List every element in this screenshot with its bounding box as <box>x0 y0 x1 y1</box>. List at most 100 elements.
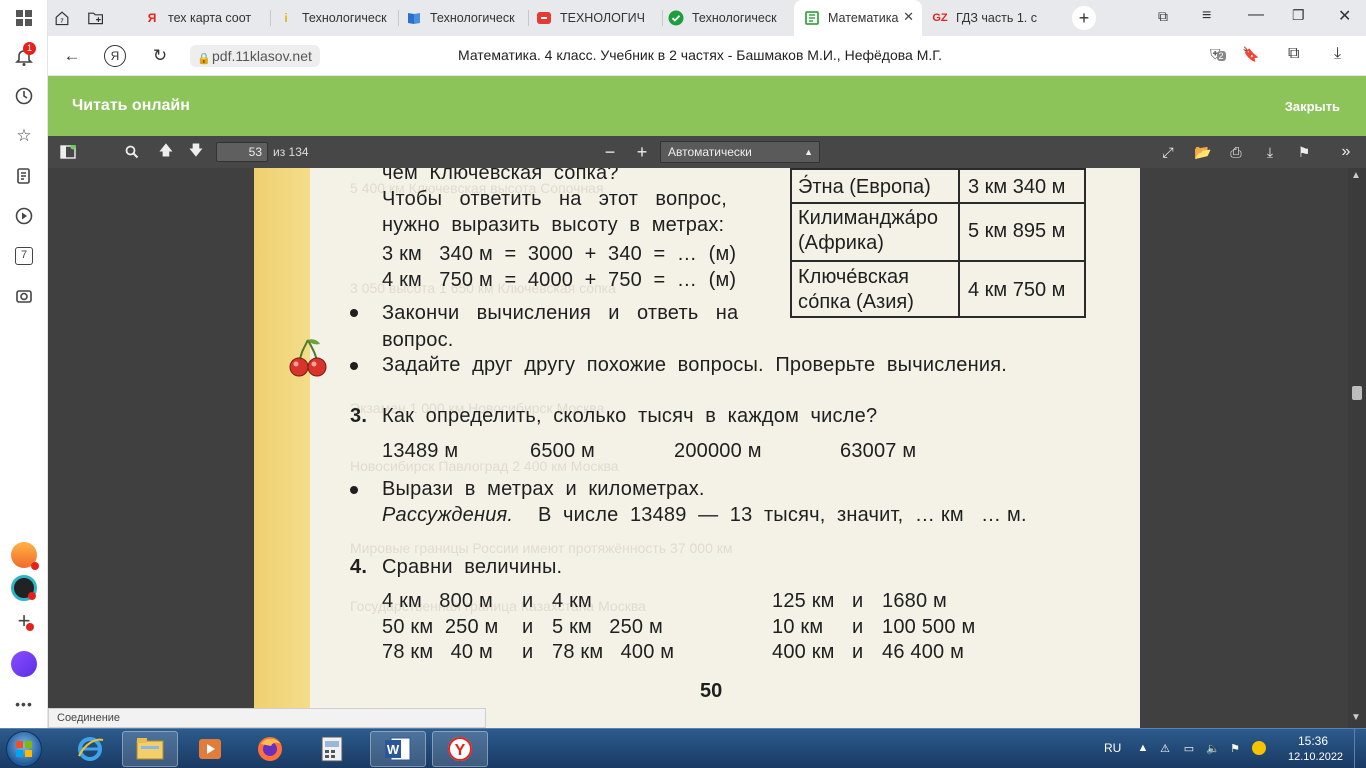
book-page: 5 400 км Ключевская высота Сопочная 3 05… <box>254 168 1140 728</box>
more-tools-icon[interactable]: » <box>1336 142 1356 162</box>
scroll-down-icon[interactable]: ▼ <box>1351 712 1361 723</box>
tray-display-icon[interactable]: ▭ <box>1182 741 1196 755</box>
scroll-thumb[interactable] <box>1352 386 1362 400</box>
compare-right-1a: 125 км <box>772 590 835 612</box>
counter-icon[interactable]: 7 <box>10 242 38 270</box>
tab-1[interactable]: Я тех карта соот <box>144 2 274 34</box>
ie-icon[interactable] <box>62 731 118 767</box>
tab-active-math[interactable]: Математика ✕ <box>794 0 922 36</box>
music-app-icon[interactable] <box>11 575 37 601</box>
url-text: pdf.11klasov.net <box>212 48 312 64</box>
calculator-app-icon[interactable] <box>304 731 360 767</box>
play-video-icon[interactable] <box>10 202 38 230</box>
tab-3[interactable]: Технологическ <box>406 2 530 34</box>
bookmark-icon[interactable]: 🔖 <box>1242 46 1259 63</box>
menu-hamburger-icon[interactable]: ≡ <box>1202 7 1211 25</box>
green-check-icon <box>668 10 684 26</box>
tab-5-label: Технологическ <box>692 11 777 25</box>
close-tab-icon[interactable]: ✕ <box>903 9 914 25</box>
tab-bar: 7 Я тех карта соот i Технологическ Техно… <box>48 0 1366 36</box>
notifications-bell-icon[interactable]: 1 <box>10 42 38 72</box>
page-number-input[interactable]: 53 <box>216 142 268 162</box>
back-arrow-icon[interactable]: ← <box>60 44 84 68</box>
firefox-icon[interactable] <box>242 731 298 767</box>
cherry-icon <box>289 339 327 377</box>
explorer-icon[interactable] <box>122 731 178 767</box>
close-window-icon[interactable]: ✕ <box>1338 6 1351 26</box>
history-clock-icon[interactable] <box>10 82 38 110</box>
table-cell-height-2: 5 км 895 м <box>968 220 1066 242</box>
counter-label: 7 <box>15 247 33 265</box>
lock-icon: 🔒 <box>197 53 211 65</box>
new-tab-folder-button[interactable] <box>88 2 112 34</box>
text-line-8: Задайте друг другу похожие вопросы. Пров… <box>382 354 1008 376</box>
volume-icon[interactable]: 🔈 <box>1206 741 1220 755</box>
compare-left-1a: 4 км 800 м <box>382 590 493 612</box>
pdf-bookmark-icon[interactable]: ⚑ <box>1294 142 1314 162</box>
clock-date[interactable]: 12.10.2022 <box>1288 751 1343 763</box>
media-player-icon[interactable] <box>182 731 238 767</box>
show-desktop-button[interactable] <box>1354 729 1366 768</box>
mail-app-icon[interactable] <box>11 542 39 570</box>
tab-5[interactable]: Технологическ <box>668 2 792 34</box>
next-page-icon[interactable]: 🡇 <box>186 142 206 162</box>
equation-line-2: 4 км 750 м = 4000 + 750 = … (м) <box>382 269 737 291</box>
compare-right-2-and: и <box>852 616 864 638</box>
table-cell-name-2: Килиманджа́ро (Африка) <box>798 207 938 254</box>
red-box-icon <box>536 10 552 26</box>
address-bar: ← Я ↻ 🔒 pdf.11klasov.net Математика. 4 к… <box>48 36 1366 76</box>
tray-network-warning-icon[interactable]: ⚠ <box>1158 741 1172 755</box>
tab-7[interactable]: GZ ГДЗ часть 1. с <box>932 2 1056 34</box>
prev-page-icon[interactable]: 🡅 <box>156 142 176 162</box>
compare-left-2b: 5 км 250 м <box>552 616 663 638</box>
app-tray-icon[interactable] <box>1252 741 1266 755</box>
tray-expand-icon[interactable]: ▲ <box>1136 741 1150 755</box>
compare-left-3b: 78 км 400 м <box>552 641 675 663</box>
save-icon[interactable]: ⤓ <box>1260 142 1280 162</box>
zoom-value: Автоматически <box>668 145 752 159</box>
windows-grid-icon[interactable] <box>10 4 38 32</box>
fullscreen-icon[interactable]: ⤢ <box>1158 142 1178 162</box>
clock-time[interactable]: 15:36 <box>1298 734 1328 748</box>
start-button[interactable] <box>6 731 42 767</box>
close-reader-button[interactable]: Закрыть <box>1285 99 1340 114</box>
yandex-browser-icon[interactable]: Y <box>432 731 488 767</box>
table-cell-name-3: Ключе́вская со́пка (Азия) <box>798 266 914 313</box>
download-icon[interactable]: ⤓ <box>1334 45 1341 63</box>
number-3: 200000 м <box>674 440 762 462</box>
tab-7-label: ГДЗ часть 1. с <box>956 11 1037 25</box>
restore-icon[interactable]: ❐ <box>1292 7 1305 24</box>
green-book-icon <box>804 10 820 26</box>
yandex-logo-icon[interactable]: Я <box>104 45 126 67</box>
new-tab-plus-icon[interactable]: + <box>1072 6 1096 30</box>
add-app-icon[interactable]: + <box>10 607 38 635</box>
vertical-scrollbar[interactable]: ▲ ▼ <box>1348 168 1366 728</box>
more-dots-icon[interactable]: ••• <box>10 690 38 718</box>
minimize-icon[interactable]: — <box>1248 6 1264 24</box>
open-file-icon[interactable]: 📂 <box>1193 142 1213 162</box>
tab-4-label: ТЕХНОЛОГИЧ <box>560 11 645 25</box>
zoom-select[interactable]: Автоматически ▲▼ <box>660 141 820 177</box>
collections-icon[interactable] <box>10 162 38 190</box>
flag-icon[interactable]: ⚑ <box>1228 741 1242 755</box>
protect-icon[interactable]: ⛨2 <box>1210 46 1226 63</box>
reader-title: Читать онлайн <box>72 97 190 114</box>
word-icon[interactable]: W <box>370 731 426 767</box>
print-icon[interactable]: ⎙ <box>1226 142 1246 162</box>
tab-manager-icon[interactable]: ⧉ <box>1158 8 1168 25</box>
bookmarks-star-icon[interactable]: ☆ <box>10 122 38 150</box>
url-field[interactable]: 🔒 pdf.11klasov.net <box>190 45 320 67</box>
scroll-up-icon[interactable]: ▲ <box>1351 170 1361 181</box>
zoom-out-icon[interactable]: − <box>600 142 620 162</box>
alice-assistant-icon[interactable] <box>11 651 37 677</box>
sidebar-toggle-icon[interactable] <box>58 142 78 162</box>
zoom-in-icon[interactable]: + <box>632 142 652 162</box>
tab-4[interactable]: ТЕХНОЛОГИЧ <box>536 2 660 34</box>
search-icon[interactable] <box>122 142 142 162</box>
reload-icon[interactable]: ↻ <box>148 44 172 68</box>
screenshot-camera-icon[interactable] <box>10 282 38 310</box>
tab-2[interactable]: i Технологическ <box>278 2 402 34</box>
pdf-viewer[interactable]: 5 400 км Ключевская высота Сопочная 3 05… <box>48 168 1348 728</box>
language-indicator[interactable]: RU <box>1104 741 1121 755</box>
collections-toolbar-icon[interactable]: ⧉ <box>1288 45 1299 63</box>
